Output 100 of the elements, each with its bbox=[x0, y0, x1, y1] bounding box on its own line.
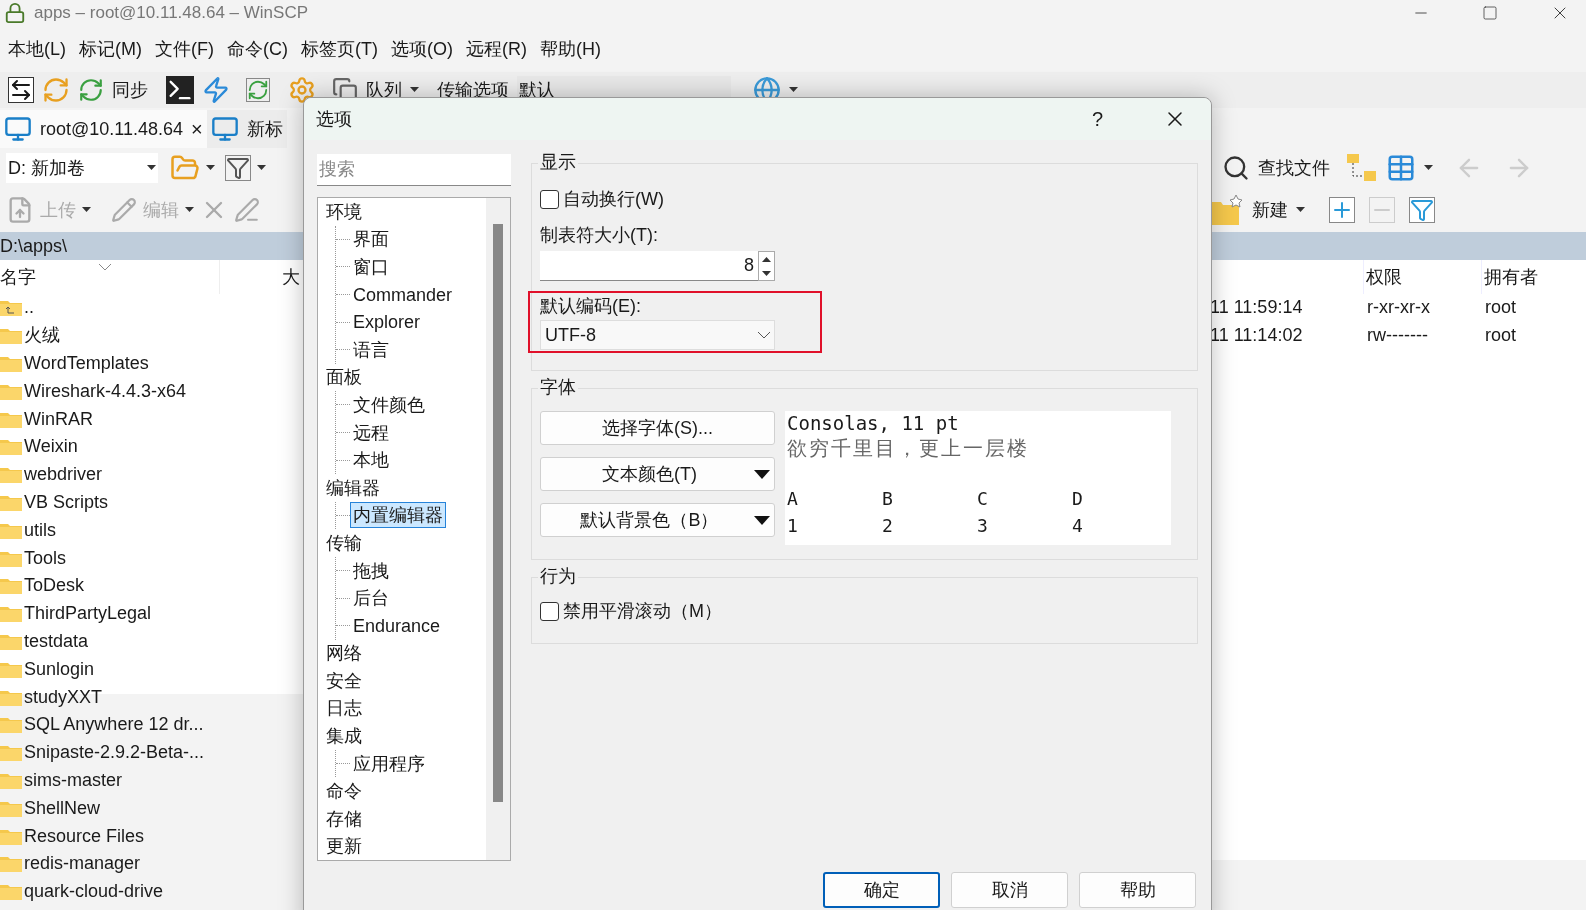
tree-item[interactable]: 面板 bbox=[323, 364, 365, 391]
dialog-button[interactable]: 确定 bbox=[823, 872, 940, 908]
tree-item[interactable]: 文件颜色 bbox=[350, 391, 428, 418]
menu-item[interactable]: 本地(L) bbox=[8, 35, 66, 63]
menu-item[interactable]: 帮助(H) bbox=[539, 35, 601, 63]
tab-close[interactable]: × bbox=[191, 114, 203, 144]
tree-item[interactable]: 内置编辑器 bbox=[350, 502, 446, 529]
sync-icon[interactable] bbox=[78, 77, 104, 103]
tree-item[interactable]: 拖拽 bbox=[350, 557, 392, 584]
dialog-title: 选项 bbox=[316, 107, 352, 131]
menu-item[interactable]: 文件(F) bbox=[155, 35, 214, 63]
file-name[interactable]: quark-cloud-drive bbox=[24, 878, 164, 906]
file-name[interactable]: Resource Files bbox=[24, 822, 145, 850]
checkbox[interactable] bbox=[540, 190, 559, 209]
file-name[interactable]: ThirdPartyLegal bbox=[24, 600, 152, 628]
new-folder-icon[interactable] bbox=[1210, 194, 1244, 226]
tree-item[interactable]: 环境 bbox=[323, 198, 365, 225]
folder-icon bbox=[0, 771, 22, 789]
folder-tree-icon[interactable] bbox=[1346, 153, 1378, 183]
session-tab[interactable]: 新标 bbox=[206, 110, 287, 148]
view-icon[interactable] bbox=[1386, 153, 1416, 183]
dropdown-button[interactable]: 文本颜色(T) bbox=[540, 457, 775, 491]
dropdown-button[interactable]: 默认背景色（B） bbox=[540, 503, 775, 537]
tab-size-field[interactable]: 8 bbox=[540, 251, 758, 281]
column-header[interactable]: 权限 bbox=[1363, 260, 1481, 294]
file-name[interactable]: studyXXT bbox=[24, 683, 103, 711]
tree-item[interactable]: 编辑器 bbox=[323, 474, 383, 501]
refresh-icon[interactable] bbox=[246, 78, 270, 102]
menu-item[interactable]: 远程(R) bbox=[465, 35, 527, 63]
session-tab[interactable]: root@10.11.48.64 × bbox=[0, 110, 207, 148]
tree-item[interactable]: 本地 bbox=[350, 447, 392, 474]
edit-icon[interactable] bbox=[111, 197, 137, 223]
folder-icon bbox=[0, 883, 22, 901]
new-label[interactable]: 新建 bbox=[1252, 196, 1288, 224]
find-files-icon[interactable] bbox=[1222, 154, 1250, 182]
file-name[interactable]: testdata bbox=[24, 627, 89, 655]
file-name[interactable]: SQL Anywhere 12 dr... bbox=[24, 711, 204, 739]
tree-item[interactable]: 更新 bbox=[323, 833, 365, 860]
scrollbar-thumb[interactable] bbox=[493, 224, 503, 802]
modified-cell-text: 11 11:14:02 bbox=[1210, 324, 1304, 348]
menu-item[interactable]: 选项(O) bbox=[390, 35, 453, 63]
file-name[interactable]: ShellNew bbox=[24, 794, 101, 822]
menu-item[interactable]: 标签页(T) bbox=[300, 35, 378, 63]
tree-item[interactable]: Explorer bbox=[350, 309, 424, 336]
file-name[interactable]: Snipaste-2.9.2-Beta-... bbox=[24, 739, 205, 767]
tree-item[interactable]: 日志 bbox=[323, 695, 365, 722]
tree-item[interactable]: 语言 bbox=[350, 336, 392, 363]
tree-item[interactable]: 集成 bbox=[323, 723, 365, 750]
file-name[interactable]: WinRAR bbox=[24, 405, 93, 433]
menu-item[interactable]: 命令(C) bbox=[226, 35, 288, 63]
file-name[interactable]: Tools bbox=[24, 544, 67, 572]
encoding-dropdown[interactable]: UTF-8 bbox=[540, 320, 775, 350]
column-header[interactable]: 大 bbox=[282, 260, 300, 294]
tree-item[interactable]: 命令 bbox=[323, 778, 365, 805]
tree-item[interactable]: 存储 bbox=[323, 805, 365, 832]
sync-label[interactable]: 同步 bbox=[112, 76, 148, 104]
file-name[interactable]: VB Scripts bbox=[24, 488, 109, 516]
tree-item[interactable]: 网络 bbox=[323, 640, 365, 667]
checkbox[interactable] bbox=[540, 602, 559, 621]
add-icon[interactable] bbox=[1329, 197, 1355, 223]
search-field[interactable]: 搜索 bbox=[317, 154, 511, 186]
tree-item[interactable]: Commander bbox=[350, 281, 456, 308]
font-button[interactable]: 选择字体(S)... bbox=[540, 411, 775, 445]
file-name[interactable]: redis-manager bbox=[24, 850, 141, 878]
file-name[interactable]: Sunlogin bbox=[24, 655, 95, 683]
file-name[interactable]: Wireshark-4.4.3-x64 bbox=[24, 377, 187, 405]
menu-item[interactable]: 标记(M) bbox=[79, 35, 142, 63]
dialog-button[interactable]: 取消 bbox=[951, 872, 1068, 908]
column-header[interactable]: 拥有者 bbox=[1481, 260, 1581, 294]
preview-value: 1 bbox=[787, 514, 799, 538]
folder-icon bbox=[0, 410, 22, 428]
tree-item[interactable]: 远程 bbox=[350, 419, 392, 446]
file-name[interactable]: 火绒 bbox=[24, 322, 60, 350]
find-files-label[interactable]: 查找文件 bbox=[1258, 154, 1330, 182]
file-name[interactable]: utils bbox=[24, 516, 56, 544]
spin-buttons[interactable] bbox=[758, 251, 775, 281]
tree-item[interactable]: 传输 bbox=[323, 529, 365, 556]
settings-icon[interactable] bbox=[288, 76, 316, 104]
tree-item[interactable]: Endurance bbox=[350, 612, 444, 639]
checkbox-label: 自动换行(W) bbox=[563, 188, 664, 211]
file-name[interactable]: Weixin bbox=[24, 433, 78, 461]
help-button[interactable]: ? bbox=[1091, 104, 1103, 134]
file-name[interactable]: WordTemplates bbox=[24, 350, 149, 377]
maximize-icon[interactable] bbox=[1482, 5, 1498, 21]
file-name[interactable]: webdriver bbox=[24, 461, 103, 489]
folder-icon bbox=[0, 466, 22, 484]
terminal-icon[interactable] bbox=[166, 76, 194, 104]
file-name[interactable]: .. bbox=[24, 294, 34, 322]
file-name[interactable]: ToDesk bbox=[24, 572, 85, 600]
tree-item[interactable]: 后台 bbox=[350, 585, 392, 612]
tree-item[interactable]: 应用程序 bbox=[350, 750, 428, 777]
file-name[interactable]: sims-master bbox=[24, 766, 122, 794]
filter-icon[interactable] bbox=[225, 155, 251, 181]
window-title: apps – root@10.11.48.64 – WinSCP bbox=[34, 2, 308, 25]
rename-icon[interactable] bbox=[234, 197, 260, 223]
compare-icon[interactable] bbox=[8, 77, 34, 103]
dialog-button[interactable]: 帮助 bbox=[1079, 872, 1196, 908]
filter-icon[interactable] bbox=[1409, 197, 1435, 223]
tree-item[interactable]: 安全 bbox=[323, 667, 365, 694]
drive-dropdown[interactable]: D: 新加卷 bbox=[6, 153, 158, 183]
